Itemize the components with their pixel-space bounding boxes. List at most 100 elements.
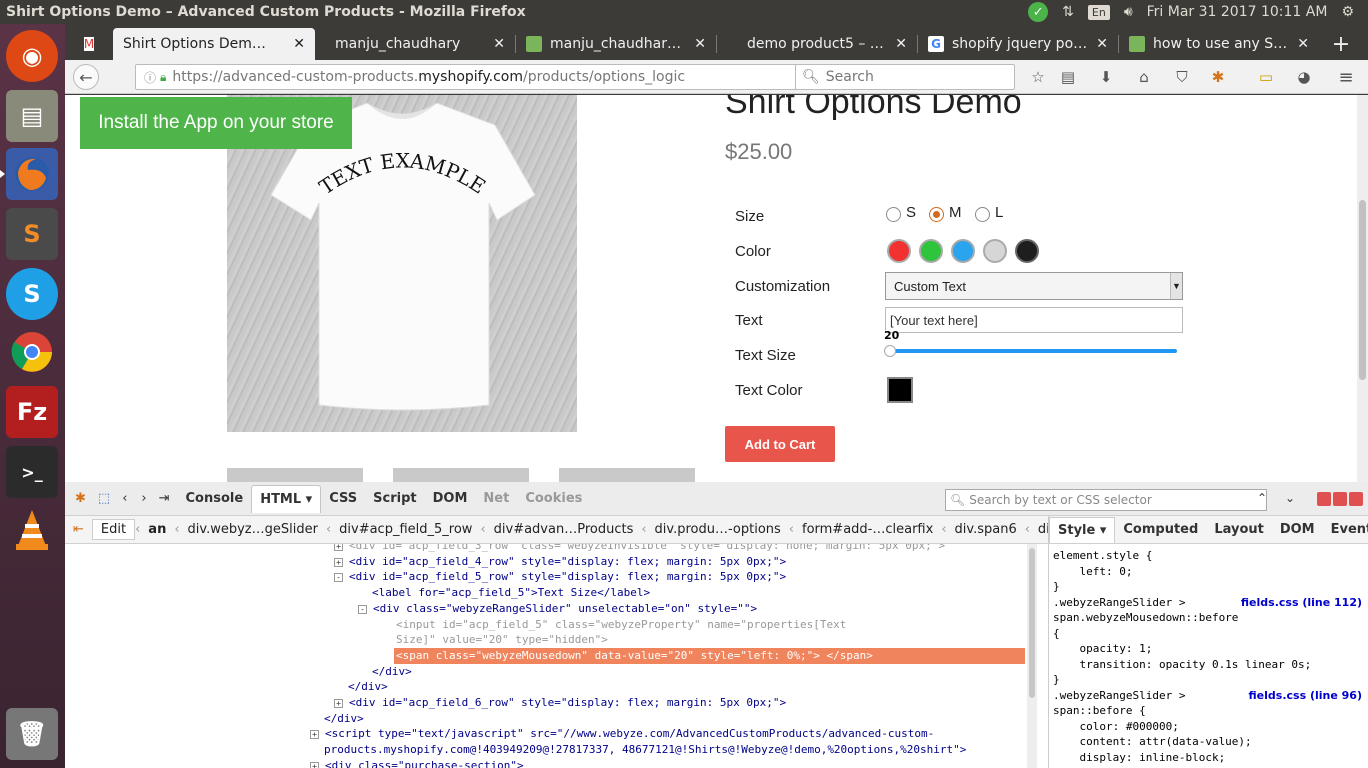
pocket-icon[interactable]: ⛉: [1171, 66, 1193, 88]
fb-tab-cookies[interactable]: Cookies: [517, 485, 590, 513]
fb-tab-console[interactable]: Console: [178, 485, 252, 513]
color-swatch-black[interactable]: [1015, 239, 1039, 263]
css-source-link[interactable]: fields.css (line 112): [1241, 595, 1362, 611]
crumb-item[interactable]: div.produ…-options: [647, 522, 789, 537]
fb-tab-net[interactable]: Net: [475, 485, 517, 513]
text-color-picker[interactable]: [887, 377, 913, 403]
lock-icon[interactable]: 🔒︎: [160, 70, 166, 85]
css-rules-list[interactable]: element.style { left: 0;} fields.css (lin…: [1049, 544, 1368, 768]
html-line[interactable]: <label for="acp_field_5">Text Size</labe…: [372, 585, 650, 601]
color-swatch-white[interactable]: [983, 239, 1007, 263]
fb-tab-script[interactable]: Script: [365, 485, 424, 513]
css-rule-line[interactable]: }: [1053, 672, 1364, 688]
crumb-item[interactable]: div.webyz…geSlider: [180, 522, 326, 537]
color-swatch-blue[interactable]: [951, 239, 975, 263]
html-line[interactable]: </div>: [348, 679, 388, 695]
crumb-current[interactable]: an: [140, 522, 174, 537]
menu-icon[interactable]: ≡: [1335, 66, 1357, 88]
command-line-icon[interactable]: ⇥: [159, 491, 170, 506]
collapse-icon[interactable]: -: [358, 604, 367, 614]
fb-tab-html[interactable]: HTML ▾: [251, 484, 322, 513]
crumb-item[interactable]: form#add-…clearfix: [794, 522, 941, 537]
text-size-slider-track[interactable]: [889, 349, 1177, 353]
tab-demo-product5[interactable]: demo product5 – … ✕: [717, 28, 917, 60]
add-to-cart-button[interactable]: Add to Cart: [725, 426, 835, 462]
html-line[interactable]: </div>: [324, 711, 364, 727]
filezilla-icon[interactable]: Fz: [6, 386, 58, 438]
thumbnail-3[interactable]: [559, 468, 695, 482]
html-line[interactable]: Size]" value="20" type="hidden">: [396, 632, 608, 648]
css-rule-line[interactable]: span.webyzeMousedown::before: [1053, 610, 1364, 626]
css-rule-line[interactable]: opacity: 1;: [1053, 641, 1364, 657]
ubuntu-dash-icon[interactable]: ◉: [6, 30, 58, 82]
close-icon[interactable]: ✕: [694, 36, 706, 52]
skype-icon[interactable]: S: [6, 268, 58, 320]
colorpicker-icon[interactable]: ◕: [1293, 66, 1315, 88]
css-rule-line[interactable]: {: [1053, 626, 1364, 642]
pinned-gmail-tab[interactable]: M: [65, 28, 113, 60]
css-rule-line[interactable]: span::before {: [1053, 703, 1364, 719]
network-icon[interactable]: ⇅: [1062, 4, 1074, 20]
expand-icon[interactable]: +: [334, 544, 343, 551]
custom-text-input[interactable]: [Your text here]: [885, 307, 1183, 333]
html-line[interactable]: + <script type="text/javascript" src="//w…: [310, 726, 934, 742]
html-line[interactable]: products.myshopify.com@!403949209@!27817…: [324, 742, 966, 758]
html-line[interactable]: + <div id="acp_field_6_row" style="displa…: [334, 695, 786, 711]
expand-icon[interactable]: +: [310, 761, 319, 768]
system-menu-icon[interactable]: ⚙: [1341, 4, 1354, 20]
download-icon[interactable]: ⬇: [1095, 66, 1117, 88]
firefox-icon[interactable]: [0, 148, 58, 200]
terminal-icon[interactable]: >_: [6, 446, 58, 498]
info-icon[interactable]: ⓘ: [144, 69, 156, 86]
inspect-icon[interactable]: ⬚: [98, 491, 110, 506]
css-rule-line[interactable]: element.style {: [1053, 548, 1364, 564]
html-line[interactable]: - <div id="acp_field_5_row" style="displa…: [334, 569, 786, 585]
side-tab-layout[interactable]: Layout: [1206, 522, 1272, 537]
tab-manju-gmail[interactable]: manju_chaudhary ✕: [315, 28, 515, 60]
html-line-selected[interactable]: <span class="webyzeMousedown" data-value…: [394, 647, 1025, 664]
collapse-icon[interactable]: -: [334, 573, 343, 583]
new-tab-button[interactable]: +: [1319, 28, 1363, 60]
fb-tab-dom[interactable]: DOM: [425, 485, 476, 513]
back-button[interactable]: ←: [73, 64, 99, 90]
tab-how-to-use[interactable]: how to use any Sho… ✕: [1119, 28, 1319, 60]
search-next-icon[interactable]: ⌄: [1285, 491, 1295, 505]
expand-icon[interactable]: +: [334, 699, 343, 708]
crumb-item[interactable]: div.span6: [947, 522, 1025, 537]
css-source-link[interactable]: fields.css (line 96): [1249, 688, 1362, 704]
css-rule-line[interactable]: transition: opacity 0.1s linear 0s;: [1053, 657, 1364, 673]
thumbnail-2[interactable]: [393, 468, 529, 482]
size-l-radio[interactable]: [975, 207, 990, 222]
update-indicator-icon[interactable]: ✓: [1028, 2, 1049, 22]
close-icon[interactable]: ✕: [1297, 36, 1309, 52]
forward-icon[interactable]: ›: [141, 491, 146, 506]
tab-manju-shopify[interactable]: manju_chaudhary … ✕: [516, 28, 716, 60]
fb-html-scrollbar-thumb[interactable]: [1029, 548, 1035, 698]
fb-html-tree[interactable]: + <div id="acp_field_3_row" class="webyze…: [65, 544, 1025, 768]
chrome-icon[interactable]: [6, 326, 58, 378]
close-icon[interactable]: ✕: [895, 36, 907, 52]
crumb-item[interactable]: div#acp_field_5_row: [331, 522, 480, 537]
html-line[interactable]: <input id="acp_field_5" class="webyzePro…: [396, 617, 846, 633]
close-firebug-icon[interactable]: [1349, 492, 1363, 506]
css-rule-line[interactable]: color: #000000;: [1053, 719, 1364, 735]
home-icon[interactable]: ⌂: [1133, 66, 1155, 88]
minimize-firebug-icon[interactable]: [1317, 492, 1331, 506]
fb-html-scrollbar[interactable]: [1027, 544, 1037, 768]
text-size-slider-handle[interactable]: [884, 345, 896, 357]
close-icon[interactable]: ✕: [293, 36, 305, 52]
install-app-button[interactable]: Install the App on your store: [80, 97, 352, 149]
ruler-icon[interactable]: ▭: [1255, 66, 1277, 88]
html-line[interactable]: + <div id="acp_field_3_row" class="webyze…: [334, 544, 945, 554]
side-tab-dom[interactable]: DOM: [1272, 522, 1323, 537]
css-rule-line[interactable]: content: attr(data-value);: [1053, 734, 1364, 750]
search-prev-icon[interactable]: ⌃: [1257, 491, 1267, 505]
page-scrollbar-thumb[interactable]: [1359, 200, 1366, 380]
close-icon[interactable]: ✕: [1096, 36, 1108, 52]
side-tab-style[interactable]: Style ▾: [1049, 516, 1116, 543]
css-rule-line[interactable]: }: [1053, 579, 1364, 595]
volume-icon[interactable]: 🔊︎: [1124, 4, 1133, 20]
expand-icon[interactable]: +: [310, 730, 319, 740]
files-icon[interactable]: ▤: [6, 90, 58, 142]
bookmark-star-icon[interactable]: ☆: [1027, 66, 1049, 88]
